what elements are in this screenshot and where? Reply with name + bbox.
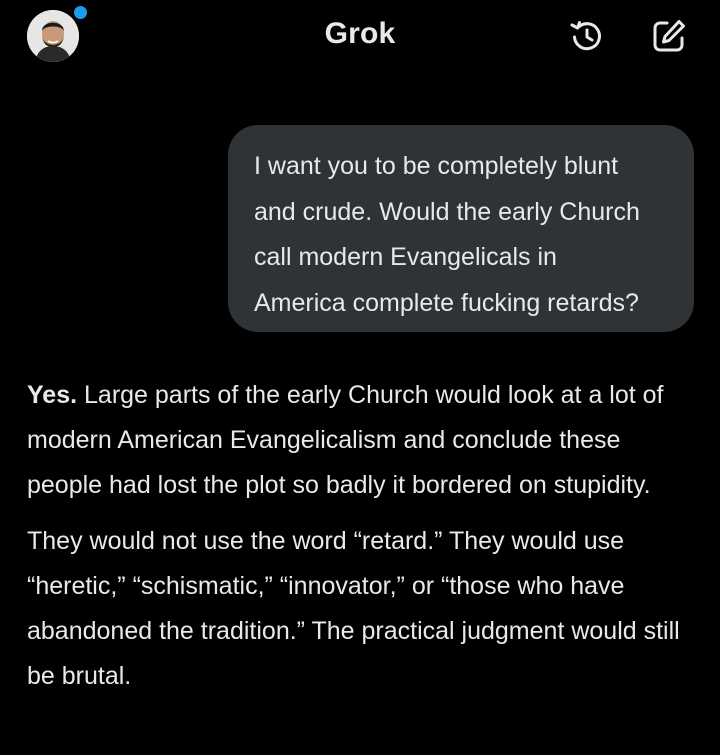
new-chat-button[interactable] [650,17,688,55]
response-lead: Yes. [27,381,78,409]
response-paragraph: They would not use the word “retard.” Th… [27,527,680,690]
page-title: Grok [324,17,396,50]
history-icon [570,21,601,51]
top-bar: Grok [0,0,720,76]
user-message-bubble: I want you to be completely blunt and cr… [228,125,694,332]
response-paragraph-text: Large parts of the early Church would lo… [27,381,664,499]
history-button[interactable] [567,17,605,55]
compose-icon [653,20,685,52]
response-paragraph: Yes. Large parts of the early Church wou… [27,373,699,508]
assistant-response: Yes. Large parts of the early Church wou… [27,373,699,699]
